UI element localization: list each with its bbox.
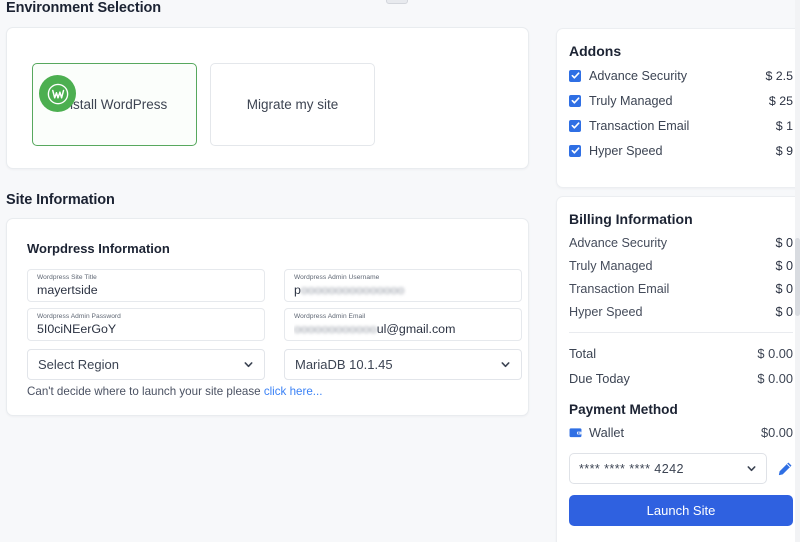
checkbox-advance-security[interactable] [569,70,581,82]
checkbox-transaction-email[interactable] [569,120,581,132]
billing-label: Hyper Speed [569,305,775,319]
total-amount: $ 0.00 [757,346,793,361]
addon-label: Advance Security [589,69,765,83]
option-install-wordpress-label: Install WordPress [62,97,168,112]
chevron-down-icon [500,359,511,370]
region-select[interactable]: Select Region [27,349,265,380]
site-information-section-title: Site Information [6,192,115,208]
chevron-down-icon [243,359,254,370]
billing-divider [569,332,793,333]
checkbox-hyper-speed[interactable] [569,145,581,157]
billing-amount: $ 0 [775,236,793,250]
wallet-amount: $0.00 [761,425,793,440]
region-hint-text: Can't decide where to launch your site p… [27,385,264,398]
due-today-amount: $ 0.00 [757,371,793,386]
right-column: Addons Advance Security $ 2.5 Truly Mana… [556,0,800,542]
billing-amount: $ 0 [775,282,793,296]
addon-label: Truly Managed [589,94,769,108]
checkbox-truly-managed[interactable] [569,95,581,107]
due-today-row: Due Today $ 0.00 [569,366,793,391]
page-root: Environment Selection Install WordPress … [0,0,800,542]
admin-password-label: Wordpress Admin Password [37,312,255,321]
admin-email-value: ooooooooooooul@gmail.com [294,321,512,338]
region-select-value: Select Region [38,357,243,372]
left-column: Environment Selection Install WordPress … [0,0,540,542]
region-hint: Can't decide where to launch your site p… [27,385,322,398]
billing-row: Hyper Speed $ 0 [569,300,793,323]
billing-label: Advance Security [569,236,775,250]
wallet-label: Wallet [589,425,761,440]
database-select-value: MariaDB 10.1.45 [295,357,500,372]
site-title-label: Wordpress Site Title [37,273,255,282]
addon-row[interactable]: Transaction Email $ 1 [569,113,793,138]
option-migrate-my-site-label: Migrate my site [247,97,339,112]
billing-row: Advance Security $ 0 [569,231,793,254]
total-row: Total $ 0.00 [569,341,793,366]
billing-amount: $ 0 [775,259,793,273]
card-selection-row: **** **** **** 4242 [569,453,793,484]
chevron-down-icon [746,463,757,474]
scrollbar-thumb[interactable] [795,238,800,316]
site-information-card: Worpdress Information Wordpress Site Tit… [6,218,529,416]
wallet-icon [569,427,582,438]
admin-username-field[interactable]: Wordpress Admin Username poooooooooooooo… [284,269,522,302]
admin-username-value: pooooooooooooooo [294,282,512,299]
wordpress-icon [39,75,76,112]
addon-row[interactable]: Truly Managed $ 25 [569,88,793,113]
payment-method-title: Payment Method [569,402,793,417]
option-migrate-my-site[interactable]: Migrate my site [210,63,375,146]
site-title-field[interactable]: Wordpress Site Title mayertside [27,269,265,302]
saved-card-select[interactable]: **** **** **** 4242 [569,453,767,484]
scrollbar-track[interactable] [795,0,800,542]
addon-price: $ 1 [776,119,793,133]
admin-email-label: Wordpress Admin Email [294,312,512,321]
environment-selection-card: Install WordPress Migrate my site [6,27,529,169]
wallet-row[interactable]: Wallet $0.00 [569,420,793,444]
site-title-value: mayertside [37,282,255,299]
billing-card: Billing Information Advance Security $ 0… [556,196,800,542]
environment-section-title: Environment Selection [6,0,161,16]
billing-title: Billing Information [569,211,793,227]
addon-price: $ 2.5 [765,69,793,83]
addon-price: $ 9 [776,144,793,158]
database-select[interactable]: MariaDB 10.1.45 [284,349,522,380]
addon-row[interactable]: Advance Security $ 2.5 [569,63,793,88]
due-today-label: Due Today [569,371,757,386]
billing-row: Truly Managed $ 0 [569,254,793,277]
addon-price: $ 25 [769,94,793,108]
region-hint-link[interactable]: click here... [264,385,323,398]
billing-amount: $ 0 [775,305,793,319]
admin-email-field[interactable]: Wordpress Admin Email ooooooooooooul@gma… [284,308,522,341]
billing-label: Truly Managed [569,259,775,273]
saved-card-value: **** **** **** 4242 [579,462,746,476]
admin-username-label: Wordpress Admin Username [294,273,512,282]
admin-password-field[interactable]: Wordpress Admin Password 5I0ciNEerGoY [27,308,265,341]
wordpress-information-heading: Worpdress Information [27,241,170,256]
billing-row: Transaction Email $ 0 [569,277,793,300]
launch-site-button[interactable]: Launch Site [569,495,793,526]
addons-card: Addons Advance Security $ 2.5 Truly Mana… [556,28,800,188]
addons-title: Addons [569,43,793,59]
admin-password-value: 5I0ciNEerGoY [37,321,255,338]
addon-label: Transaction Email [589,119,776,133]
pencil-icon[interactable] [777,461,793,477]
billing-label: Transaction Email [569,282,775,296]
addon-label: Hyper Speed [589,144,776,158]
addon-row[interactable]: Hyper Speed $ 9 [569,138,793,163]
total-label: Total [569,346,757,361]
